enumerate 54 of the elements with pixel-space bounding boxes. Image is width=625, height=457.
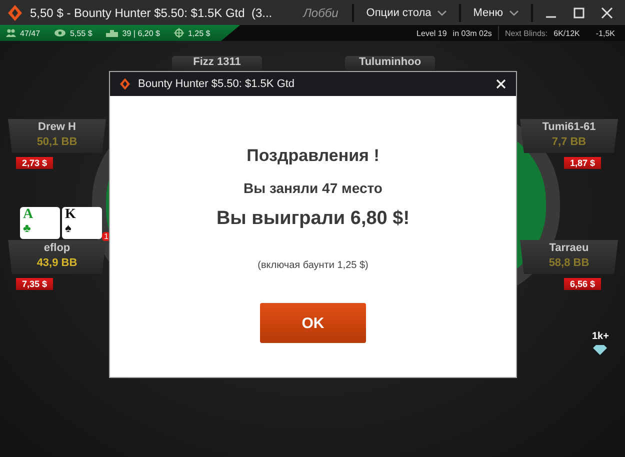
- ok-button[interactable]: OK: [260, 303, 366, 343]
- rank-label: 1k+: [592, 331, 609, 342]
- diamond-icon: [593, 345, 608, 355]
- next-level-time: in 03m 02s: [452, 28, 492, 38]
- player-name: Tarraeu: [549, 242, 589, 254]
- chevron-icon: [437, 10, 448, 16]
- player-plate[interactable]: eflop 43,9 BB: [8, 240, 106, 274]
- menu-button[interactable]: Опции стола: [362, 6, 452, 18]
- logo-icon: [8, 4, 22, 20]
- player-name: Tuluminhoo: [358, 56, 422, 68]
- dialog-heading: Поздравления !: [246, 146, 380, 166]
- close-icon[interactable]: [496, 79, 506, 89]
- lobby-link[interactable]: Лобби: [303, 6, 338, 20]
- podium-icon: [106, 29, 118, 37]
- level-text: Level 19: [416, 28, 447, 38]
- bounty-amount: 1,25 $: [188, 28, 210, 38]
- bounty-tag: 6,56 $: [564, 278, 602, 290]
- window-title: 5,50 $ - Bounty Hunter $5.50: $1.5K Gtd (3...: [30, 6, 272, 20]
- players-count: 47/47: [20, 28, 40, 38]
- player-name: Drew H: [38, 121, 76, 133]
- player-name: Tumi61-61: [542, 121, 596, 133]
- logo-icon: [120, 78, 130, 90]
- next-blinds-label: Next Blinds:: [504, 28, 548, 38]
- bounty-tag: 1,87 $: [564, 157, 602, 169]
- maximize-icon[interactable]: [573, 6, 585, 18]
- player-plate[interactable]: Tumi61-61 7,7 BB: [520, 119, 618, 153]
- menu-button[interactable]: Меню: [469, 6, 523, 18]
- next-blinds-value: 6K/12K: [554, 28, 580, 38]
- chevron-icon: [509, 10, 519, 16]
- close-icon[interactable]: [601, 6, 613, 18]
- player-stack: 50,1 BB: [36, 136, 78, 148]
- player-stack: 43,9 BB: [36, 257, 78, 269]
- bounty-tag: 7,35 $: [16, 278, 54, 290]
- player-plate[interactable]: Tuluminhoo: [345, 56, 435, 70]
- player-plate[interactable]: Tarraeu 58,8 BB: [520, 240, 618, 274]
- eye-icon: [54, 29, 66, 37]
- player-plate[interactable]: Fizz 1311: [172, 56, 262, 70]
- bounty-tag: 2,73 $: [16, 157, 54, 169]
- player-stack: 7,7 BB: [552, 136, 586, 148]
- player-plate[interactable]: Drew H 50,1 BB: [8, 119, 106, 153]
- target-icon: [174, 28, 184, 38]
- bounty-note: (включая баунти 1,25 $): [258, 260, 368, 271]
- player-name: eflop: [44, 242, 70, 254]
- players-icon: [6, 29, 16, 37]
- winnings-text: Вы выиграли 6,80 $!: [216, 208, 410, 230]
- place-text: Вы заняли 47 место: [244, 180, 382, 196]
- playing-card: A ♣: [20, 207, 60, 239]
- playing-card: K ♠: [62, 207, 102, 239]
- player-stack: 58,8 BB: [548, 257, 590, 269]
- position-text: 39 | 6,20 $: [122, 28, 160, 38]
- dialog-title: Bounty Hunter $5.50: $1.5K Gtd: [138, 78, 295, 90]
- average-stack: 5,55 $: [70, 28, 92, 38]
- player-name: Fizz 1311: [193, 56, 241, 68]
- ante-value: -1,5K: [596, 28, 615, 38]
